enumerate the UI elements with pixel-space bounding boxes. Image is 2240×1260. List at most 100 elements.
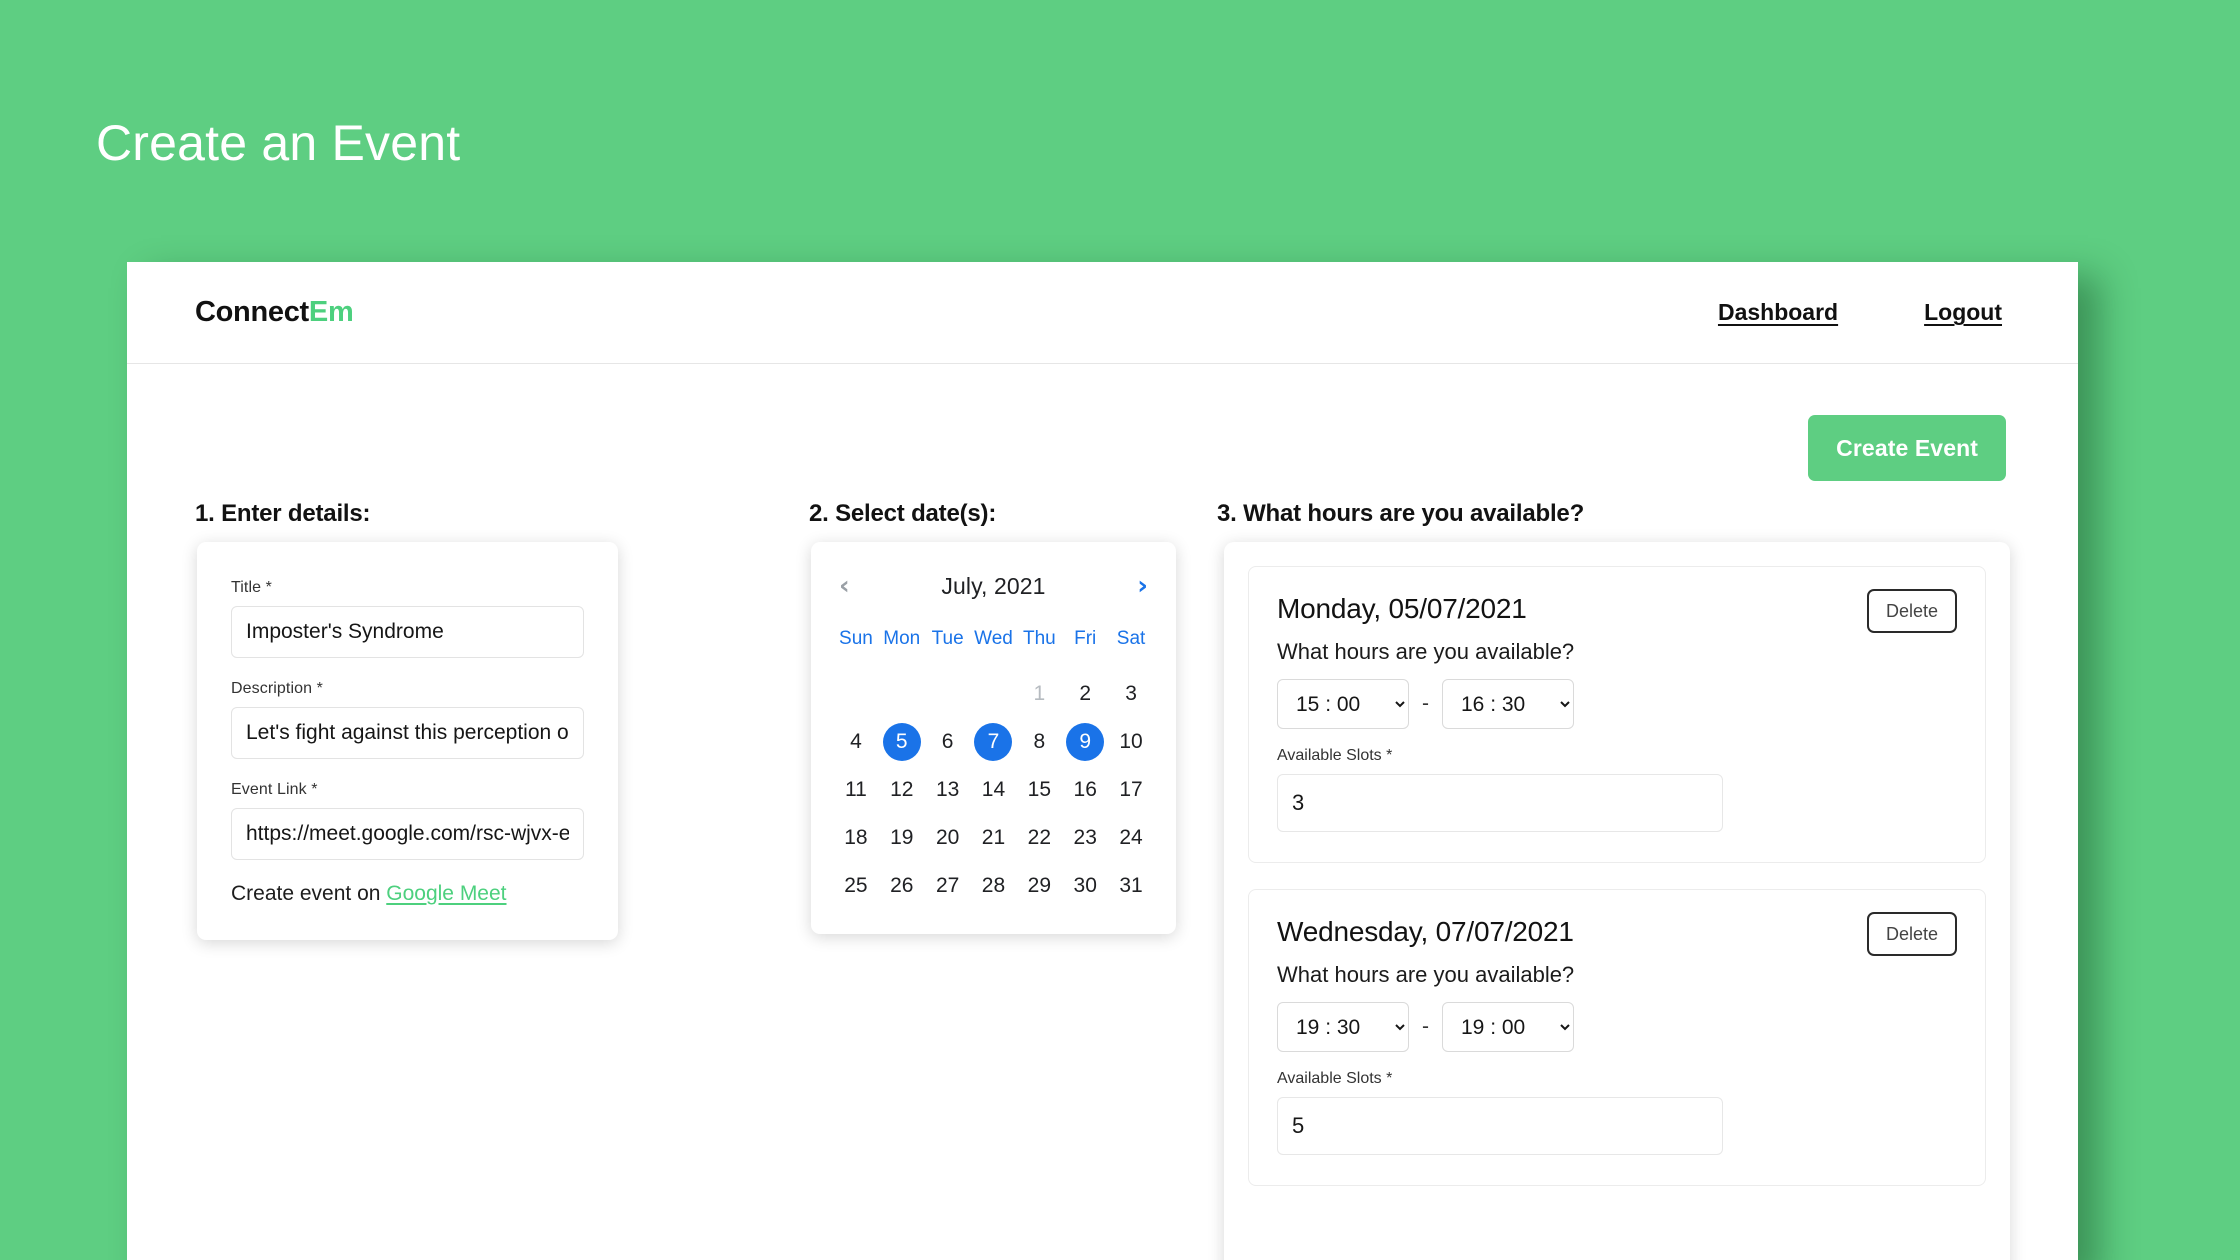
nav-links: Dashboard Logout: [1718, 299, 2002, 326]
calendar-day-number: 8: [1033, 730, 1046, 753]
calendar-day-grid: 1 2 3 4 5 6 7 8 9 10 11 12 13 14 15 16 17 18 19 20 21 22 23 24 2…: [833, 670, 1154, 910]
calendar-day-number: 28: [981, 874, 1006, 897]
availability-question: What hours are you available?: [1277, 962, 1575, 987]
calendar-weekday-row: Sun Mon Tue Wed Thu Fri Sat: [833, 618, 1154, 660]
brand-logo[interactable]: ConnectEm: [195, 296, 354, 329]
calendar-day-14[interactable]: 14: [971, 766, 1017, 814]
calendar-day-4[interactable]: 4: [833, 718, 879, 766]
calendar-day-19[interactable]: 19: [879, 814, 925, 862]
calendar-day-number: 6: [941, 730, 954, 753]
calendar-day-number: 4: [850, 730, 862, 753]
time-range-dash: -: [1422, 1015, 1429, 1038]
calendar-month-title: July, 2021: [941, 572, 1046, 599]
calendar-day-30[interactable]: 30: [1062, 862, 1108, 910]
calendar-day-27[interactable]: 27: [925, 862, 971, 910]
create-on-meet-line: Create event on Google Meet: [231, 882, 584, 906]
description-field-group: Description *: [231, 680, 584, 759]
event-link-label: Event Link *: [231, 781, 318, 798]
calendar-day-number: 5: [882, 723, 921, 761]
time-range-row: 15 : 0015 : 3016 : 0016 : 3019 : 0019 : …: [1277, 1002, 1957, 1052]
title-input[interactable]: [231, 606, 584, 658]
date-picker-calendar: ‹ July, 2021 › Sun Mon Tue Wed Thu Fri Sat 123…: [811, 542, 1176, 934]
calendar-day-8[interactable]: 8: [1016, 718, 1062, 766]
start-time-select[interactable]: 15 : 0015 : 3016 : 0016 : 3019 : 0019 : …: [1277, 1002, 1409, 1052]
calendar-day-25[interactable]: 25: [833, 862, 879, 910]
calendar-empty-cell: [925, 670, 971, 718]
step-3-heading: 3. What hours are you available?: [1217, 500, 1585, 527]
calendar-weekday-thu: Thu: [1022, 628, 1056, 649]
calendar-day-26[interactable]: 26: [879, 862, 925, 910]
calendar-day-12[interactable]: 12: [879, 766, 925, 814]
calendar-day-number: 13: [935, 778, 960, 801]
calendar-day-number: 16: [1073, 778, 1097, 801]
calendar-day-23[interactable]: 23: [1062, 814, 1108, 862]
calendar-day-number: 12: [890, 778, 914, 801]
calendar-day-20[interactable]: 20: [925, 814, 971, 862]
availability-date-label: Monday, 05/07/2021: [1277, 593, 1527, 624]
calendar-day-number: 17: [1119, 778, 1143, 801]
calendar-day-5[interactable]: 5: [879, 718, 925, 766]
chevron-left-icon[interactable]: ‹: [839, 573, 850, 599]
time-range-dash: -: [1422, 692, 1429, 715]
calendar-header: ‹ July, 2021 ›: [833, 564, 1154, 608]
calendar-day-number: 23: [1073, 826, 1097, 849]
available-slots-input[interactable]: [1277, 1097, 1723, 1155]
availability-date-label: Wednesday, 07/07/2021: [1277, 916, 1574, 947]
availability-panel: Monday, 05/07/2021 Delete What hours are y…: [1224, 542, 2010, 1260]
calendar-day-16[interactable]: 16: [1062, 766, 1108, 814]
calendar-day-31[interactable]: 31: [1108, 862, 1154, 910]
calendar-day-number: 29: [1027, 874, 1052, 897]
calendar-day-10[interactable]: 10: [1108, 718, 1154, 766]
calendar-day-number: 2: [1079, 682, 1092, 705]
calendar-day-number: 20: [935, 826, 960, 849]
calendar-day-2[interactable]: 2: [1062, 670, 1108, 718]
steps-columns: 1. Enter details: 2. Select date(s): 3. …: [127, 364, 2078, 1260]
calendar-day-21[interactable]: 21: [971, 814, 1017, 862]
chevron-right-icon[interactable]: ›: [1137, 573, 1148, 599]
calendar-day-number: 18: [844, 826, 868, 849]
calendar-day-3[interactable]: 3: [1108, 670, 1154, 718]
calendar-weekday-tue: Tue: [931, 628, 964, 649]
calendar-day-29[interactable]: 29: [1016, 862, 1062, 910]
calendar-day-number: 25: [844, 874, 868, 897]
calendar-day-7[interactable]: 7: [971, 718, 1017, 766]
create-on-meet-prefix: Create event on: [231, 882, 387, 905]
step-2-heading: 2. Select date(s):: [809, 500, 997, 527]
calendar-day-number: 9: [1066, 723, 1105, 761]
calendar-weekday-mon: Mon: [883, 628, 921, 649]
navbar: ConnectEm Dashboard Logout: [127, 262, 2078, 364]
calendar-day-24[interactable]: 24: [1108, 814, 1154, 862]
description-input[interactable]: [231, 707, 584, 759]
calendar-day-28[interactable]: 28: [971, 862, 1017, 910]
availability-card: Wednesday, 07/07/2021 Delete What hours ar…: [1248, 889, 1986, 1186]
calendar-day-number: 21: [981, 826, 1006, 849]
title-field-group: Title *: [231, 579, 584, 658]
end-time-select[interactable]: 15 : 0015 : 3016 : 0016 : 3019 : 0019 : …: [1442, 679, 1574, 729]
calendar-day-22[interactable]: 22: [1016, 814, 1062, 862]
start-time-select[interactable]: 15 : 0015 : 3016 : 0016 : 3019 : 0019 : …: [1277, 679, 1409, 729]
event-link-input[interactable]: [231, 808, 584, 860]
calendar-day-9[interactable]: 9: [1062, 718, 1108, 766]
calendar-day-15[interactable]: 15: [1016, 766, 1062, 814]
calendar-empty-cell: [879, 670, 925, 718]
end-time-select[interactable]: 15 : 0015 : 3016 : 0016 : 3019 : 0019 : …: [1442, 1002, 1574, 1052]
calendar-weekday-wed: Wed: [974, 628, 1013, 649]
calendar-day-11[interactable]: 11: [833, 766, 879, 814]
calendar-day-6[interactable]: 6: [925, 718, 971, 766]
nav-link-dashboard[interactable]: Dashboard: [1718, 299, 1838, 326]
nav-link-logout[interactable]: Logout: [1924, 299, 2002, 326]
delete-availability-button[interactable]: Delete: [1867, 589, 1957, 633]
calendar-weekday-sun: Sun: [839, 628, 873, 649]
calendar-day-number: 30: [1073, 874, 1097, 897]
calendar-day-17[interactable]: 17: [1108, 766, 1154, 814]
panel-body: Create Event 1. Enter details: 2. Select…: [127, 364, 2078, 1260]
calendar-day-18[interactable]: 18: [833, 814, 879, 862]
available-slots-input[interactable]: [1277, 774, 1723, 832]
calendar-day-number: 19: [890, 826, 914, 849]
google-meet-link[interactable]: Google Meet: [386, 882, 506, 905]
available-slots-label: Available Slots *: [1277, 1070, 1393, 1087]
calendar-weekday-fri: Fri: [1074, 628, 1097, 649]
event-details-card: Title * Description * Event Link * Creat…: [197, 542, 618, 940]
calendar-day-13[interactable]: 13: [925, 766, 971, 814]
delete-availability-button[interactable]: Delete: [1867, 912, 1957, 956]
